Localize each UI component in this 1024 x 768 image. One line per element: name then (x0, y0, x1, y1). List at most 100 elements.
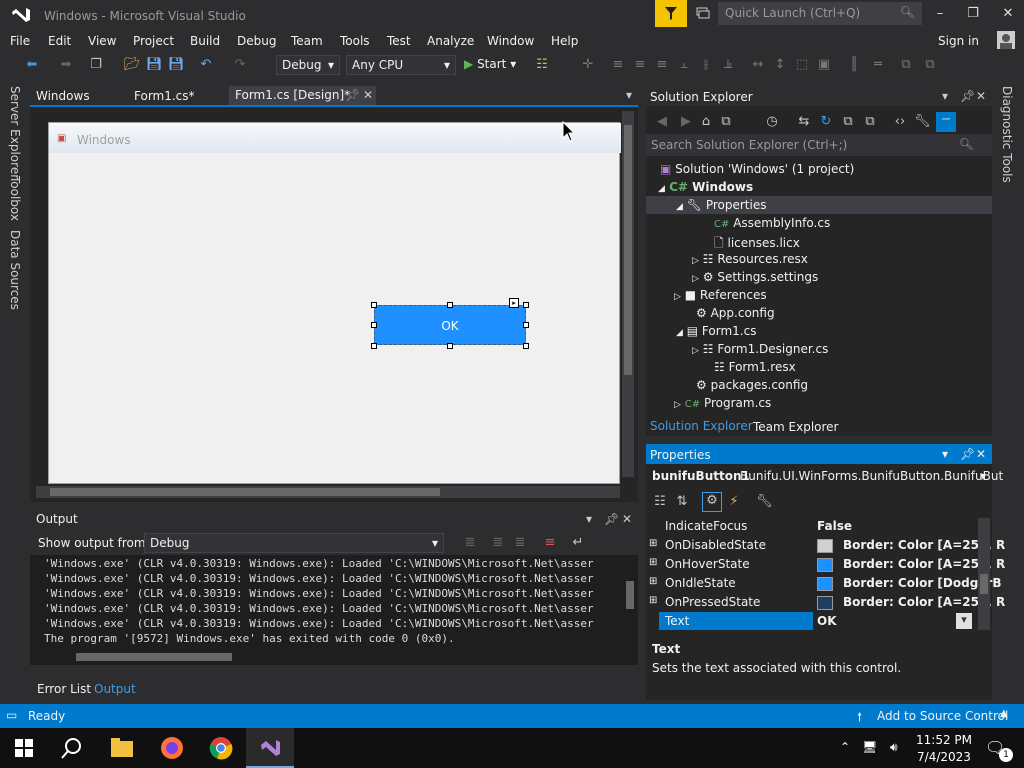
solution-config-select[interactable]: Debug ▾ (276, 55, 340, 75)
resize-handle-ne[interactable] (523, 302, 529, 308)
toolbox-tab[interactable]: Toolbox (8, 176, 22, 221)
forward-icon[interactable]: ➡ (58, 57, 74, 73)
close-panel-icon[interactable]: ✕ (976, 89, 986, 103)
menu-view[interactable]: View (88, 34, 116, 48)
menu-build[interactable]: Build (190, 34, 220, 48)
solution-search-input[interactable]: Search Solution Explorer (Ctrl+;) 🔍︎ (646, 134, 992, 156)
property-value[interactable]: OK (817, 614, 837, 628)
properties-scrollbar[interactable] (978, 518, 990, 630)
forward-icon[interactable]: ▶ (678, 114, 694, 130)
undo-icon[interactable]: ↶ (198, 57, 214, 73)
align-middles-icon[interactable]: ⫲ (698, 57, 714, 73)
collapse-all-icon[interactable]: ⧉ (840, 114, 856, 130)
categorized-icon[interactable]: ☷ (652, 494, 668, 510)
designer-horizontal-scrollbar[interactable] (36, 486, 620, 498)
output-source-select[interactable]: Debug ▾ (144, 533, 444, 553)
tree-node-solution[interactable]: ▣ Solution 'Windows' (1 project) (660, 162, 854, 176)
back-icon[interactable]: ⬅ (24, 57, 40, 73)
volume-icon[interactable]: 🔊︎ (890, 740, 898, 755)
property-row[interactable]: ⊞ OnIdleState Border: Color [DodgerB (646, 574, 1002, 593)
menu-test[interactable]: Test (387, 34, 411, 48)
tab-output[interactable]: Output (94, 682, 136, 696)
align-to-grid-icon[interactable]: ✛ (580, 57, 596, 73)
expand-icon[interactable]: ⊞ (649, 595, 657, 606)
tree-node-settings[interactable]: ▷ ⚙ Settings.settings (692, 270, 818, 284)
property-row[interactable]: ⊞ OnPressedState Border: Color [A=255, R (646, 593, 1005, 612)
word-wrap-icon[interactable]: ↵ (570, 535, 586, 551)
file-explorer-icon[interactable] (111, 738, 133, 758)
chevron-up-icon[interactable]: ⌃ (840, 740, 850, 754)
property-row[interactable]: ⊞ OnHoverState Border: Color [A=255, R (646, 555, 1005, 574)
pin-icon[interactable]: 📌︎ (604, 512, 619, 526)
view-code-icon[interactable]: ‹› (892, 114, 908, 130)
send-to-back-icon[interactable]: ⧉ (922, 57, 938, 73)
resize-handle-s[interactable] (447, 343, 453, 349)
panel-menu-icon[interactable]: ▾ (586, 512, 592, 526)
sign-in-link[interactable]: Sign in (938, 34, 979, 48)
bring-to-front-icon[interactable]: ⧉ (898, 57, 914, 73)
pending-changes-icon[interactable]: ◷ (764, 114, 780, 130)
new-project-icon[interactable]: ❐ (88, 57, 104, 73)
feedback-flag-button[interactable] (655, 0, 687, 27)
home-icon[interactable]: ⌂ (698, 114, 714, 130)
properties-wrench-icon[interactable]: 🔧︎ (914, 114, 931, 130)
tree-node-references[interactable]: ▷ ■ References (674, 288, 767, 302)
output-text-area[interactable]: 'Windows.exe' (CLR v4.0.30319: Windows.e… (30, 555, 638, 665)
firefox-icon[interactable] (160, 736, 184, 760)
data-sources-tab[interactable]: Data Sources (8, 230, 22, 310)
output-horizontal-scroll-thumb[interactable] (76, 653, 232, 661)
make-same-height-icon[interactable]: ↕ (772, 57, 788, 73)
smart-tag-icon[interactable]: ▸ (509, 298, 519, 308)
panel-menu-icon[interactable]: ▾ (942, 89, 948, 103)
alphabetical-icon[interactable]: ⇅ (674, 494, 690, 510)
preview-selected-icon[interactable]: − (936, 112, 956, 132)
close-panel-icon[interactable]: ✕ (976, 447, 986, 461)
output-vertical-scroll-thumb[interactable] (626, 581, 634, 609)
expand-icon[interactable]: ⊞ (649, 538, 657, 549)
properties-view-icon[interactable]: ⚙ (702, 492, 722, 512)
close-tab-icon[interactable]: ✕ (363, 88, 373, 102)
resize-handle-sw[interactable] (371, 343, 377, 349)
save-icon[interactable]: 💾︎ (146, 57, 163, 73)
prev-message-icon[interactable]: ≣ (490, 535, 506, 551)
find-message-icon[interactable]: ≣ (462, 535, 478, 551)
horizontal-scroll-thumb[interactable] (50, 488, 440, 496)
open-folder-icon[interactable]: 📂︎ (124, 57, 141, 73)
tree-node-program[interactable]: ▷ C# Program.cs (674, 396, 771, 410)
menu-project[interactable]: Project (133, 34, 174, 48)
clock-date[interactable]: 7/4/2023 (916, 750, 972, 764)
resize-handle-w[interactable] (371, 322, 377, 328)
tree-node-properties[interactable]: ◢ 🔧︎ Properties (676, 198, 766, 212)
expand-icon[interactable]: ⊞ (649, 576, 657, 587)
menu-window[interactable]: Window (487, 34, 534, 48)
back-icon[interactable]: ◀ (654, 114, 670, 130)
designer-vertical-scrollbar[interactable] (622, 111, 634, 477)
menu-help[interactable]: Help (551, 34, 578, 48)
tree-node-form1-designer[interactable]: ▷ ☷ Form1.Designer.cs (692, 342, 828, 356)
notifications-icon[interactable] (696, 6, 710, 20)
properties-scroll-thumb[interactable] (980, 574, 988, 594)
size-to-grid-icon[interactable]: ⬚ (794, 57, 810, 73)
quick-launch-input[interactable]: Quick Launch (Ctrl+Q) 🔍︎ (718, 2, 922, 25)
align-centers-icon[interactable]: ≡ (632, 57, 648, 73)
align-lefts-icon[interactable]: ≡ (610, 57, 626, 73)
align-bottoms-icon[interactable]: ⫡ (720, 57, 736, 73)
tree-node-form1[interactable]: ◢ ▤ Form1.cs (676, 324, 756, 338)
vertical-spacing-icon[interactable]: ═ (870, 57, 886, 73)
start-button[interactable]: ▶ Start ▾ (464, 57, 524, 73)
property-pages-icon[interactable]: 🔧︎ (756, 494, 773, 510)
events-icon[interactable]: ⚡ (726, 494, 742, 510)
align-tops-icon[interactable]: ⫠ (676, 57, 692, 73)
menu-analyze[interactable]: Analyze (427, 34, 474, 48)
tree-node-project[interactable]: ◢ C# Windows (658, 180, 753, 194)
save-all-icon[interactable]: 💾︎ (168, 57, 185, 73)
horizontal-spacing-icon[interactable]: ║ (846, 57, 862, 73)
make-same-size-icon[interactable]: ▣ (816, 57, 832, 73)
text-editor-dropdown-icon[interactable]: ▾ (956, 613, 972, 629)
sync-icon[interactable]: ⇆ (796, 114, 812, 130)
resize-handle-n[interactable] (447, 302, 453, 308)
pin-icon[interactable]: 📌︎ (960, 89, 975, 103)
close-window-button[interactable]: ✕ (998, 6, 1018, 22)
pin-icon[interactable]: 📌︎ (960, 447, 975, 461)
restore-button[interactable]: ❐ (963, 6, 983, 22)
